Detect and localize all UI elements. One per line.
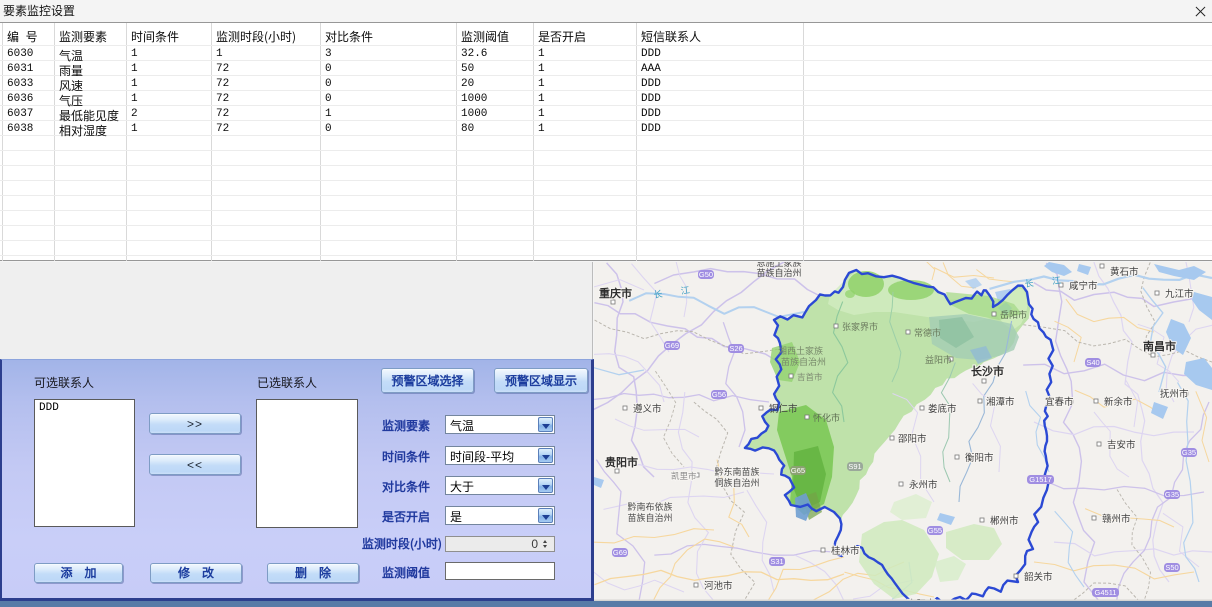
svg-text:九江市: 九江市 xyxy=(1165,286,1194,300)
svg-text:郴州市: 郴州市 xyxy=(990,513,1019,527)
svg-text:娄底市: 娄底市 xyxy=(928,401,957,415)
svg-text:宜春市: 宜春市 xyxy=(1045,394,1074,408)
svg-text:南昌市: 南昌市 xyxy=(1143,338,1176,354)
svg-text:苗族自治州: 苗族自治州 xyxy=(781,355,826,368)
svg-text:吉首市: 吉首市 xyxy=(797,371,823,383)
svg-text:G69: G69 xyxy=(665,341,679,350)
svg-text:常德市: 常德市 xyxy=(914,326,941,339)
svg-text:贵阳市: 贵阳市 xyxy=(605,454,638,470)
svg-text:铜仁市: 铜仁市 xyxy=(769,401,798,415)
svg-text:G56: G56 xyxy=(712,390,726,399)
svg-text:长沙市: 长沙市 xyxy=(971,363,1004,379)
svg-text:黄石市: 黄石市 xyxy=(1110,264,1139,278)
svg-text:G4511: G4511 xyxy=(1095,588,1117,597)
svg-text:G35: G35 xyxy=(1165,490,1179,499)
svg-text:吉安市: 吉安市 xyxy=(1107,437,1136,451)
svg-text:侗族自治州: 侗族自治州 xyxy=(714,476,759,489)
svg-text:S91: S91 xyxy=(848,462,861,471)
svg-text:G69: G69 xyxy=(613,548,627,557)
svg-text:G35: G35 xyxy=(1182,448,1196,457)
svg-text:遵义市: 遵义市 xyxy=(633,401,662,415)
svg-text:湘潭市: 湘潭市 xyxy=(986,394,1015,408)
svg-text:邵阳市: 邵阳市 xyxy=(898,431,927,445)
svg-text:衡阳市: 衡阳市 xyxy=(965,450,994,464)
svg-text:河池市: 河池市 xyxy=(704,578,733,592)
svg-text:赣州市: 赣州市 xyxy=(1102,511,1131,525)
svg-text:怀化市: 怀化市 xyxy=(813,411,840,424)
svg-text:苗族自治州: 苗族自治州 xyxy=(627,511,672,524)
svg-text:抚州市: 抚州市 xyxy=(1160,386,1189,400)
svg-text:韶关市: 韶关市 xyxy=(1024,569,1053,583)
svg-text:S26: S26 xyxy=(729,344,742,353)
svg-text:S40: S40 xyxy=(1086,358,1099,367)
svg-text:S50: S50 xyxy=(1165,563,1178,572)
svg-text:咸宁市: 咸宁市 xyxy=(1069,278,1098,292)
svg-text:新余市: 新余市 xyxy=(1104,394,1133,408)
svg-text:重庆市: 重庆市 xyxy=(599,285,632,301)
svg-text:G1517: G1517 xyxy=(1029,475,1052,484)
svg-text:永州市: 永州市 xyxy=(909,477,938,491)
svg-text:G50: G50 xyxy=(699,270,713,279)
svg-text:桂林市: 桂林市 xyxy=(831,543,860,557)
svg-text:G65: G65 xyxy=(791,466,805,475)
svg-text:凯里市: 凯里市 xyxy=(671,470,697,482)
svg-text:S31: S31 xyxy=(770,557,783,566)
svg-text:张家界市: 张家界市 xyxy=(842,320,878,333)
svg-text:苗族自治州: 苗族自治州 xyxy=(756,266,801,279)
svg-text:G55: G55 xyxy=(928,526,942,535)
svg-text:益阳市: 益阳市 xyxy=(925,353,952,366)
svg-text:岳阳市: 岳阳市 xyxy=(1000,308,1027,321)
